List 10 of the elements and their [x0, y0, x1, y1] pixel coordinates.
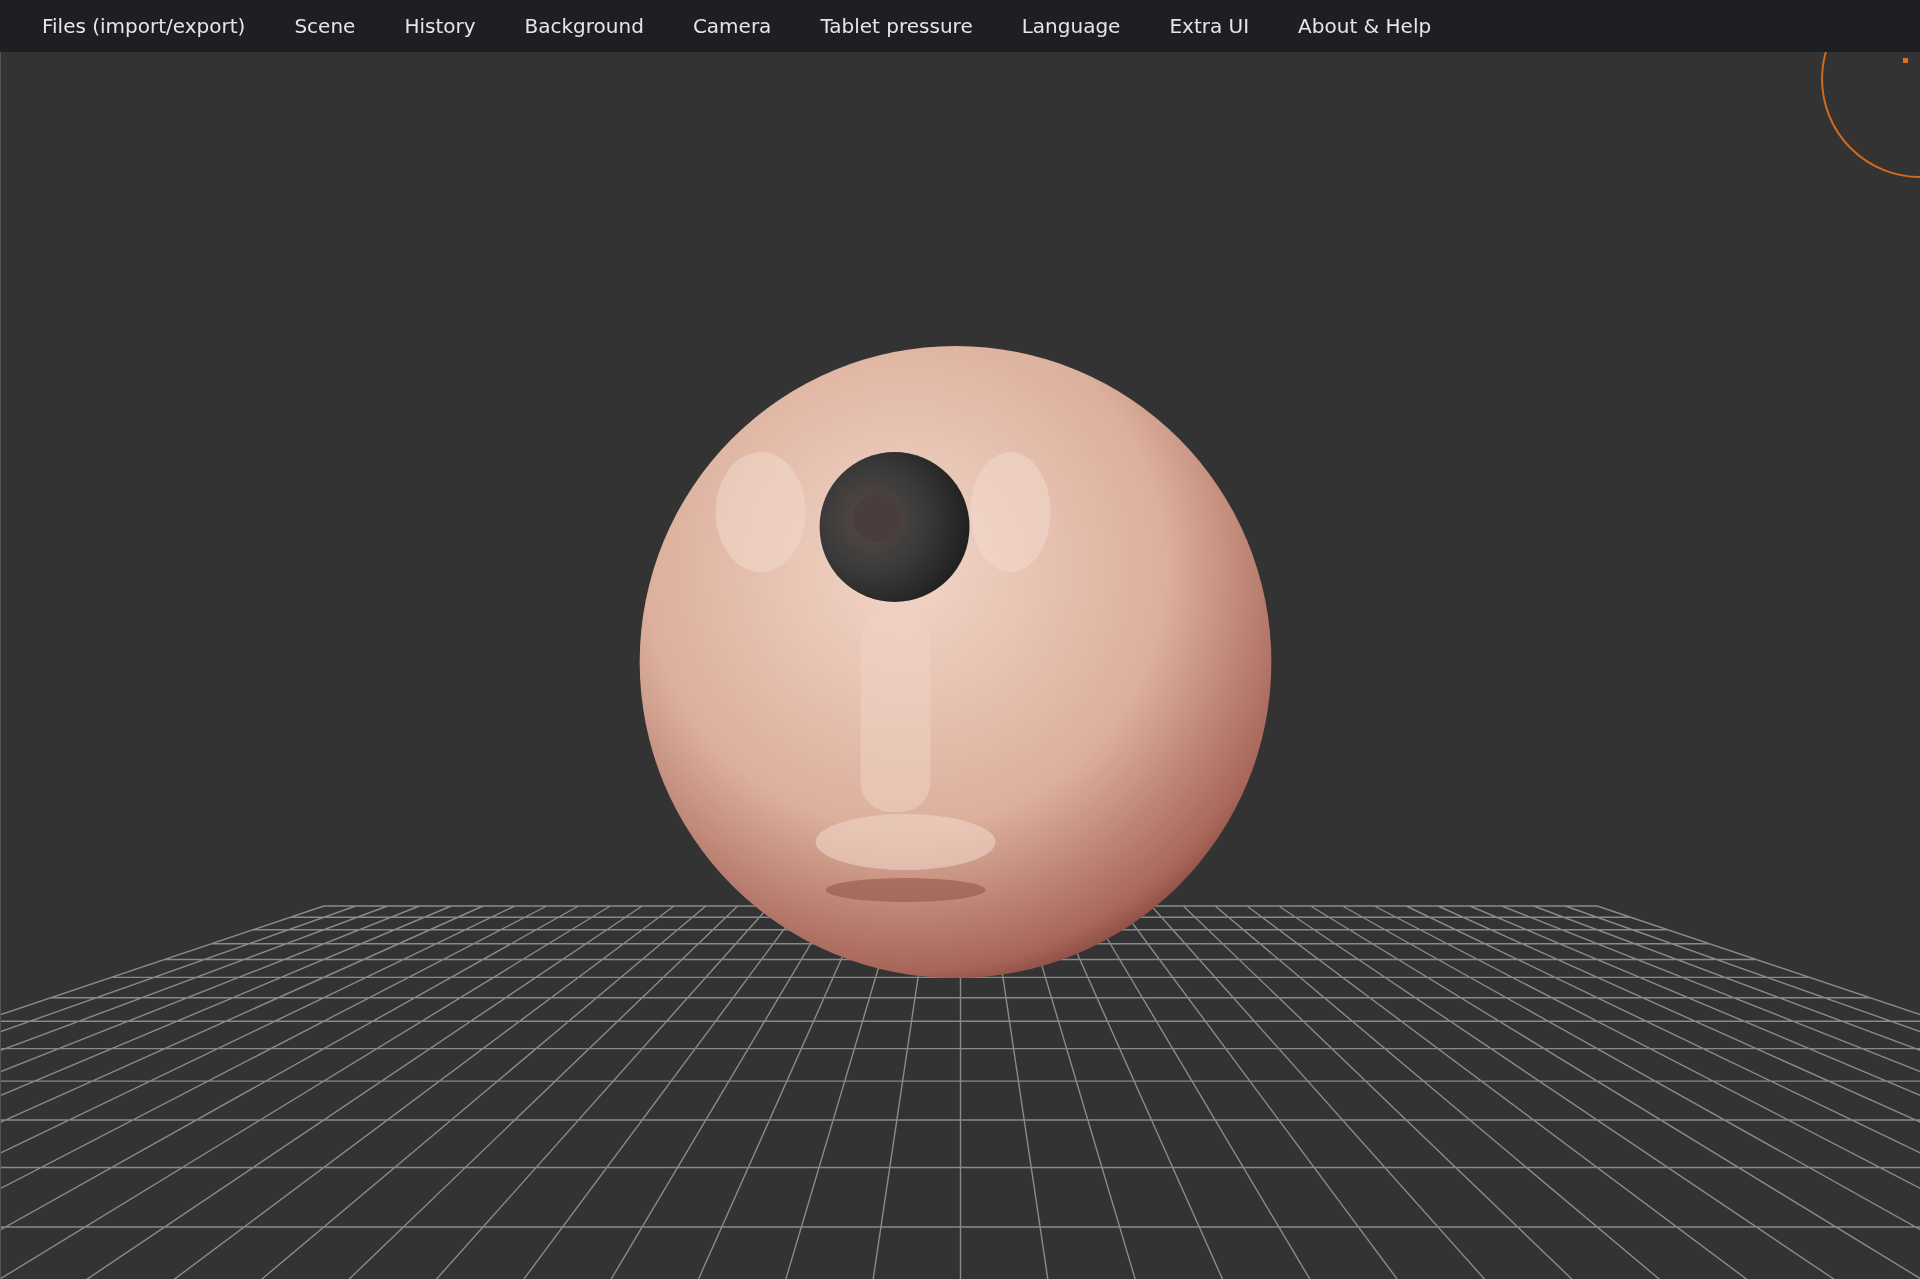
- menu-item[interactable]: History: [404, 14, 476, 38]
- menu-item[interactable]: Background: [524, 14, 644, 38]
- menu-item[interactable]: Extra UI: [1169, 14, 1250, 38]
- menu-item[interactable]: Files (import/export): [42, 14, 246, 38]
- brush-cursor-icon: [1821, 52, 1920, 178]
- menu-item[interactable]: Camera: [692, 14, 772, 38]
- menu-item[interactable]: Language: [1021, 14, 1121, 38]
- menu-item[interactable]: About & Help: [1298, 14, 1432, 38]
- menu-item[interactable]: Scene: [294, 14, 356, 38]
- menu-item[interactable]: Tablet pressure: [820, 14, 973, 38]
